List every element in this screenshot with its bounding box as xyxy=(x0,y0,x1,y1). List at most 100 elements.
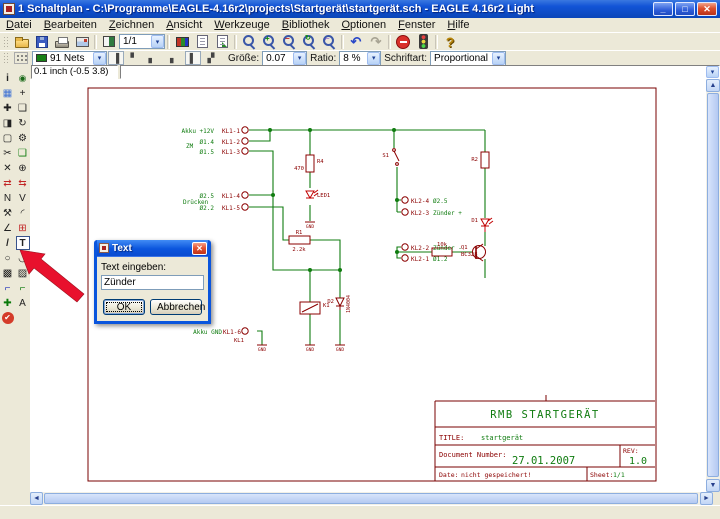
menu-ansicht[interactable]: Ansicht xyxy=(160,18,208,32)
tool-display[interactable]: ▦ xyxy=(1,86,15,100)
tool-junction[interactable]: ✚ xyxy=(1,296,15,310)
tool-show[interactable]: ◉ xyxy=(16,71,30,85)
text-orientation-0-button[interactable]: ▐ xyxy=(108,51,124,65)
scroll-left-arrow[interactable]: ◄ xyxy=(30,492,43,505)
zoom-fit-button[interactable] xyxy=(239,33,259,50)
tool-invoke[interactable]: ⊞ xyxy=(16,221,30,235)
text-mirror-on-button[interactable]: ▞ xyxy=(203,51,219,65)
tool-group[interactable]: ▢ xyxy=(1,131,15,145)
zoom-redraw-button[interactable]: ↻ xyxy=(299,33,319,50)
tool-label[interactable]: A xyxy=(16,296,30,310)
tool-split[interactable]: ∠ xyxy=(1,221,15,235)
horizontal-scrollbar[interactable]: ◄ ► xyxy=(30,492,713,505)
menu-werkzeuge[interactable]: Werkzeuge xyxy=(208,18,275,32)
chevron-down-icon[interactable]: ▾ xyxy=(367,52,380,65)
menu-optionen[interactable]: Optionen xyxy=(335,18,392,32)
minimize-button[interactable]: _ xyxy=(653,2,673,16)
tool-miter[interactable]: ◜ xyxy=(16,206,30,220)
menu-bearbeiten[interactable]: Bearbeiten xyxy=(38,18,103,32)
tool-erc[interactable]: ✔ xyxy=(1,311,15,325)
tool-rotate[interactable]: ↻ xyxy=(16,116,30,130)
command-input[interactable] xyxy=(121,66,706,78)
grid-button[interactable] xyxy=(12,50,29,67)
text-orientation-90-button[interactable]: ▘ xyxy=(126,51,142,65)
text-mirror-off-button[interactable]: ▌ xyxy=(185,51,201,65)
ratio-combo[interactable]: 8 % ▾ xyxy=(339,51,381,66)
restore-button[interactable]: □ xyxy=(675,2,695,16)
dialog-title-bar[interactable]: Text ✕ xyxy=(97,240,208,256)
chevron-down-icon[interactable]: ▾ xyxy=(492,52,505,65)
menu-hilfe[interactable]: Hilfe xyxy=(441,18,475,32)
tool-text[interactable]: T xyxy=(16,236,30,250)
stop-button[interactable] xyxy=(393,33,413,50)
dialog-close-icon[interactable]: ✕ xyxy=(192,242,207,255)
vertical-scroll-thumb[interactable] xyxy=(707,93,719,477)
layer-selector[interactable]: 91 Nets ▾ xyxy=(32,51,107,66)
sheet-selector[interactable]: 1/1 ▾ xyxy=(119,34,165,49)
text-orientation-180-button[interactable]: ▖ xyxy=(144,51,160,65)
script-button[interactable] xyxy=(192,33,212,50)
zoom-out-button[interactable]: − xyxy=(279,33,299,50)
tool-arc[interactable]: ◡ xyxy=(16,251,30,265)
cam-processor-button[interactable] xyxy=(72,33,92,50)
go-button[interactable] xyxy=(413,33,433,50)
tool-mirror[interactable]: ◨ xyxy=(1,116,15,130)
tool-rect[interactable]: ▩ xyxy=(1,266,15,280)
scroll-up-arrow[interactable]: ▲ xyxy=(706,79,720,92)
zoom-in-button[interactable]: + xyxy=(259,33,279,50)
menu-datei[interactable]: Datei xyxy=(0,18,38,32)
command-line[interactable]: ▾ xyxy=(120,65,720,79)
tool-move[interactable]: ✚ xyxy=(1,101,15,115)
tool-wire[interactable]: / xyxy=(1,236,15,250)
tool-polygon[interactable]: ▨ xyxy=(16,266,30,280)
redo-button[interactable]: ↷ xyxy=(366,33,386,50)
cancel-button[interactable]: Abbrechen xyxy=(150,299,202,315)
main-toolbar: 1/1 ▾ + − ↻ ⌐ ↶ ↷ ? xyxy=(0,32,720,50)
tool-delete[interactable]: ✕ xyxy=(1,161,15,175)
tool-change[interactable]: ⚙ xyxy=(16,131,30,145)
undo-button[interactable]: ↶ xyxy=(346,33,366,50)
part-label: 470 xyxy=(294,166,304,172)
print-button[interactable] xyxy=(52,33,72,50)
tool-name[interactable]: N xyxy=(1,191,15,205)
save-button[interactable] xyxy=(32,33,52,50)
tool-pinswap[interactable]: ⇄ xyxy=(1,176,15,190)
tool-gateswap[interactable]: ⇆ xyxy=(16,176,30,190)
chevron-down-icon[interactable]: ▾ xyxy=(93,52,106,65)
tool-net[interactable]: ⌐ xyxy=(16,281,30,295)
run-button[interactable] xyxy=(212,33,232,50)
toolbar-grip[interactable] xyxy=(3,52,9,64)
toolbar-grip[interactable] xyxy=(3,36,9,48)
text-input-field[interactable] xyxy=(101,275,204,290)
use-library-button[interactable] xyxy=(172,33,192,50)
switch-to-board-button[interactable] xyxy=(99,33,119,50)
tool-bus[interactable]: ⌐ xyxy=(1,281,15,295)
size-combo[interactable]: 0.07 ▾ xyxy=(262,51,307,66)
help-button[interactable]: ? xyxy=(440,33,460,50)
tool-circle[interactable]: ○ xyxy=(1,251,15,265)
tool-value[interactable]: V xyxy=(16,191,30,205)
close-button[interactable]: ✕ xyxy=(697,2,717,16)
scroll-down-arrow[interactable]: ▼ xyxy=(706,479,720,492)
scroll-right-arrow[interactable]: ► xyxy=(700,492,713,505)
tool-mark[interactable]: + xyxy=(16,86,30,100)
tool-add[interactable]: ⊕ xyxy=(16,161,30,175)
tool-cut[interactable]: ✂ xyxy=(1,146,15,160)
menu-fenster[interactable]: Fenster xyxy=(392,18,441,32)
vertical-scrollbar[interactable]: ▲ ▼ xyxy=(706,79,720,492)
tool-smash[interactable]: ⚒ xyxy=(1,206,15,220)
tool-paste[interactable]: ❑ xyxy=(16,146,30,160)
menu-bibliothek[interactable]: Bibliothek xyxy=(276,18,336,32)
command-history-dropdown[interactable]: ▾ xyxy=(706,66,719,78)
tool-copy[interactable]: ❏ xyxy=(16,101,30,115)
zoom-select-button[interactable]: ⌐ xyxy=(319,33,339,50)
horizontal-scroll-thumb[interactable] xyxy=(44,493,698,504)
chevron-down-icon[interactable]: ▾ xyxy=(293,52,306,65)
chevron-down-icon[interactable]: ▾ xyxy=(151,35,164,48)
text-orientation-270-button[interactable]: ▗ xyxy=(162,51,178,65)
tool-info[interactable]: i xyxy=(1,71,15,85)
ok-button[interactable]: OK xyxy=(103,299,145,315)
open-button[interactable] xyxy=(12,33,32,50)
font-combo[interactable]: Proportional ▾ xyxy=(430,51,506,66)
menu-zeichnen[interactable]: Zeichnen xyxy=(103,18,160,32)
